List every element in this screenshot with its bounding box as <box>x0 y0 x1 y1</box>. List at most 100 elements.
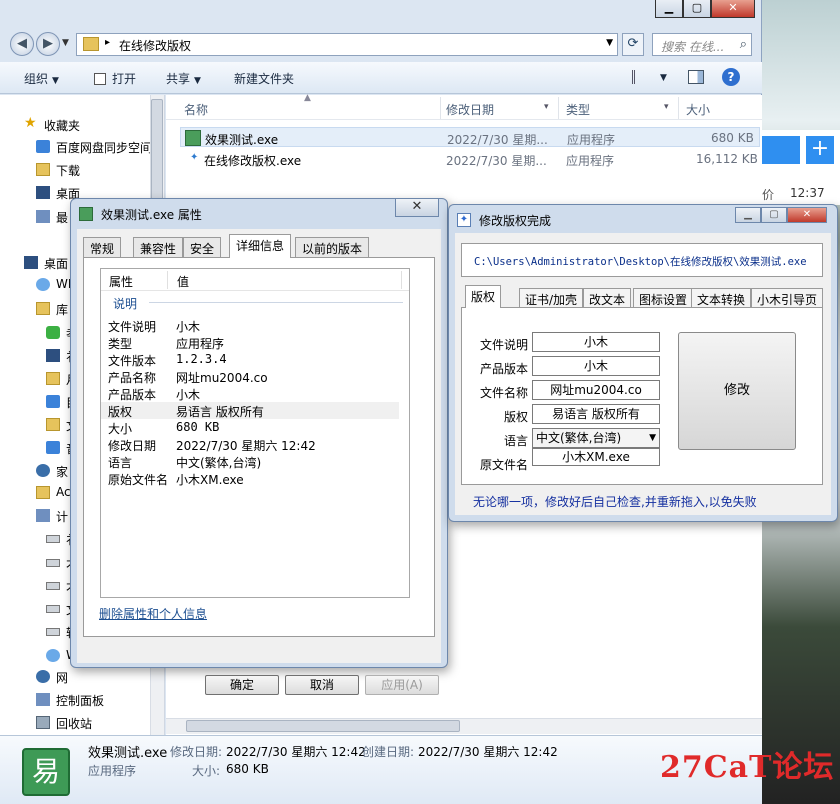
tab-details[interactable]: 详细信息 <box>229 234 292 258</box>
chat-add-button[interactable]: + <box>806 136 834 164</box>
column-size[interactable]: 大小 <box>686 101 710 118</box>
minimize-button[interactable]: ▁ <box>655 0 683 18</box>
maximize-button[interactable]: ▢ <box>761 207 787 223</box>
refresh-button[interactable]: ⟳ <box>622 33 644 56</box>
product-version-input[interactable]: 小木 <box>532 356 660 376</box>
column-divider[interactable] <box>440 97 441 119</box>
tab-text-convert[interactable]: 文本转换 <box>691 288 752 308</box>
breadcrumb-current[interactable]: 在线修改版权 <box>119 37 191 54</box>
header-property[interactable]: 属性 <box>109 273 133 290</box>
network-icon <box>36 670 50 683</box>
chevron-down-icon[interactable]: ▼ <box>660 73 667 83</box>
close-button[interactable]: ✕ <box>395 199 439 217</box>
sidebar-item-label: 家 <box>56 465 69 479</box>
desktop-icon <box>24 256 38 269</box>
preview-pane-icon[interactable] <box>688 70 704 84</box>
property-row[interactable]: 语言 中文(繁体,台湾) <box>101 453 399 470</box>
ok-button[interactable]: 确定 <box>205 675 279 695</box>
property-row[interactable]: 大小 680 KB <box>101 419 399 436</box>
minimize-button[interactable]: ▁ <box>735 207 761 223</box>
file-name-input[interactable]: 网址mu2004.co <box>532 380 660 400</box>
tab-copyright[interactable]: 版权 <box>465 285 502 308</box>
close-button[interactable]: ✕ <box>711 0 755 18</box>
tab-compatibility[interactable]: 兼容性 <box>133 237 184 257</box>
file-size: 680 KB <box>711 131 754 145</box>
recent-pages-dropdown[interactable]: ▼ <box>62 38 69 48</box>
table-row[interactable]: ✦ 在线修改版权.exe 2022/7/30 星期... 应用程序 16,112… <box>180 149 760 169</box>
tab-certificate[interactable]: 证书/加壳 <box>519 288 584 308</box>
tab-icon-settings[interactable]: 图标设置 <box>633 288 694 308</box>
details-created-label: 创建日期: <box>362 745 415 759</box>
sidebar-item[interactable]: 回收站 <box>0 713 150 733</box>
column-divider[interactable] <box>678 97 679 119</box>
column-divider[interactable] <box>401 271 402 289</box>
property-row[interactable]: 产品版本 小木 <box>101 385 399 402</box>
view-options-icon[interactable] <box>632 70 646 84</box>
property-row[interactable]: 文件说明 小木 <box>101 317 399 334</box>
property-row[interactable]: 修改日期 2022/7/30 星期六 12:42 <box>101 436 399 453</box>
column-divider[interactable] <box>558 97 559 119</box>
tab-security[interactable]: 安全 <box>183 237 222 257</box>
property-row[interactable]: 类型 应用程序 <box>101 334 399 351</box>
property-row[interactable]: 版权 易语言 版权所有 <box>101 402 399 419</box>
field-label: 产品版本 <box>479 362 528 376</box>
property-row[interactable]: 产品名称 网址mu2004.co <box>101 368 399 385</box>
chevron-down-icon[interactable]: ▾ <box>544 102 549 112</box>
modify-button[interactable]: 修改 <box>678 332 796 450</box>
chat-search-bar[interactable] <box>760 136 800 164</box>
tab-previous-versions[interactable]: 以前的版本 <box>295 237 370 257</box>
sidebar-item-label: 控制面板 <box>56 694 105 708</box>
share-button[interactable]: 共享 ▼ <box>166 70 201 87</box>
exe-app-icon <box>185 130 201 146</box>
cancel-button[interactable]: 取消 <box>285 675 359 695</box>
property-row[interactable]: 文件版本 1.2.3.4 <box>101 351 399 368</box>
property-row[interactable]: 原始文件名 小木XM.exe <box>101 470 399 487</box>
sidebar-item[interactable]: 网 <box>0 667 150 687</box>
forward-button[interactable]: ▶ <box>36 32 60 56</box>
new-folder-button[interactable]: 新建文件夹 <box>234 70 294 87</box>
back-button[interactable]: ◀ <box>10 32 34 56</box>
original-filename-input[interactable]: 小木XM.exe <box>532 448 660 466</box>
folder-icon <box>83 37 99 51</box>
language-select[interactable]: 中文(繁体,台湾) ▼ <box>532 428 660 448</box>
drive-icon <box>46 535 60 543</box>
apply-button[interactable]: 应用(A) <box>365 675 439 695</box>
maximize-button[interactable]: ▢ <box>683 0 711 18</box>
chevron-down-icon[interactable]: ▾ <box>664 102 669 112</box>
details-size-value: 680 KB <box>226 762 269 776</box>
open-button[interactable]: 打开 <box>94 70 136 87</box>
sidebar-item-label: Ac <box>56 485 71 499</box>
sidebar-item[interactable]: 百度网盘同步空间 <box>0 137 150 157</box>
column-name[interactable]: 名称 <box>184 101 208 118</box>
organize-button[interactable]: 组织 ▼ <box>24 70 59 87</box>
help-icon[interactable]: ? <box>722 68 740 86</box>
breadcrumb-arrow-icon[interactable]: ▸ <box>105 37 110 48</box>
address-bar[interactable]: ▸ 在线修改版权 ▼ <box>76 33 618 56</box>
search-icon[interactable]: ⌕ <box>740 37 747 52</box>
details-modified-value: 2022/7/30 星期六 12:42 <box>226 745 366 759</box>
dialog-title: 效果测试.exe 属性 <box>101 208 202 222</box>
tab-guide-page[interactable]: 小木引导页 <box>751 288 824 308</box>
sidebar-item[interactable]: 控制面板 <box>0 690 150 710</box>
header-value[interactable]: 值 <box>177 273 189 290</box>
sidebar-item[interactable]: ★ 收藏夹 <box>0 115 150 135</box>
remove-properties-link[interactable]: 删除属性和个人信息 <box>99 605 207 622</box>
drive-icon <box>46 582 60 590</box>
sidebar-item[interactable]: 下载 <box>0 160 150 180</box>
close-button[interactable]: ✕ <box>787 207 827 223</box>
property-value: 小木 <box>176 388 201 402</box>
computer-icon <box>36 509 50 522</box>
column-type[interactable]: 类型 <box>566 101 590 118</box>
tab-edit-text[interactable]: 改文本 <box>583 288 632 308</box>
file-description-input[interactable]: 小木 <box>532 332 660 352</box>
tab-general[interactable]: 常规 <box>83 237 122 257</box>
chevron-down-icon[interactable]: ▼ <box>649 429 656 447</box>
scrollbar-thumb[interactable] <box>186 720 460 732</box>
table-row[interactable]: 效果测试.exe 2022/7/30 星期... 应用程序 680 KB <box>180 127 760 147</box>
property-key: 类型 <box>108 337 133 351</box>
copyright-input[interactable]: 易语言 版权所有 <box>532 404 660 424</box>
column-divider[interactable] <box>167 271 168 289</box>
search-input[interactable]: 搜索 在线... ⌕ <box>652 33 752 56</box>
chevron-down-icon[interactable]: ▼ <box>606 38 613 48</box>
column-date[interactable]: 修改日期 <box>446 101 494 118</box>
